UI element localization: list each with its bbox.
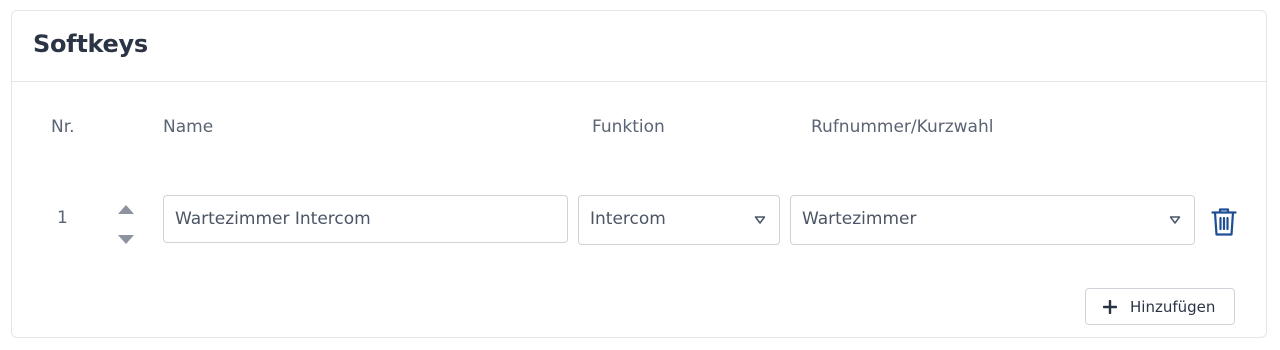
card-header: Softkeys [12, 11, 1266, 82]
column-header-rufnummer: Rufnummer/Kurzwahl [811, 117, 994, 137]
softkeys-card: Softkeys [11, 10, 1267, 338]
name-input[interactable] [163, 195, 568, 243]
caret-up-icon[interactable] [118, 205, 134, 214]
caret-down-icon[interactable] [118, 235, 134, 244]
chevron-down-icon [754, 216, 766, 224]
plus-icon [1103, 300, 1117, 314]
add-button-label: Hinzufügen [1130, 298, 1216, 316]
column-header-name: Name [163, 117, 214, 137]
trash-icon[interactable] [1211, 207, 1237, 237]
add-button[interactable]: Hinzufügen [1085, 288, 1235, 325]
rufnummer-select-value: Wartezimmer [802, 209, 917, 229]
funktion-select[interactable]: Intercom [578, 195, 780, 245]
funktion-select-value: Intercom [590, 209, 666, 229]
card-title: Softkeys [33, 30, 148, 58]
column-header-nr: Nr. [51, 117, 75, 137]
row-number: 1 [57, 208, 68, 228]
chevron-down-icon [1169, 216, 1181, 224]
column-header-funktion: Funktion [592, 117, 665, 137]
rufnummer-select[interactable]: Wartezimmer [790, 195, 1195, 245]
